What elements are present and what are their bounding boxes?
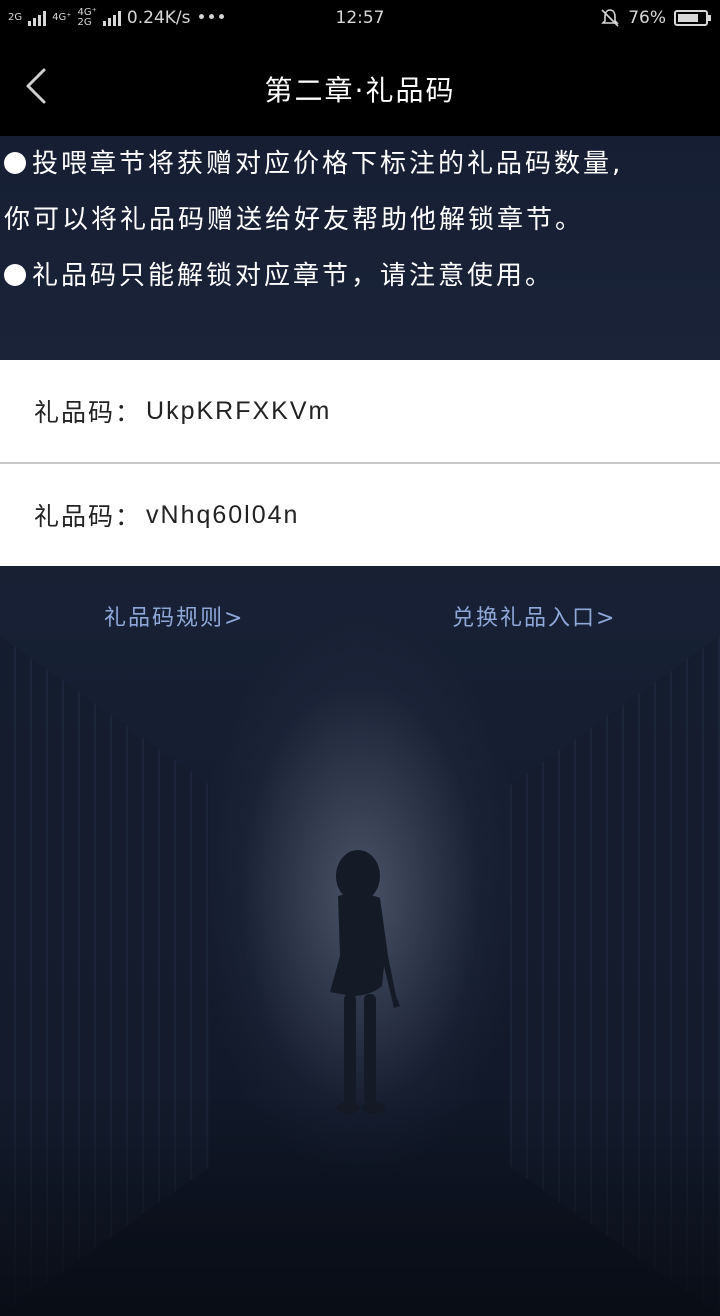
- footer-links: 礼品码规则> 兑换礼品入口>: [0, 600, 720, 640]
- gift-code-row[interactable]: 礼品码： vNhq60l04n: [0, 462, 720, 566]
- info-line-1: 投喂章节将获赠对应价格下标注的礼品码数量,: [4, 136, 716, 192]
- network-type-4: 2G: [77, 17, 92, 28]
- gift-code-row[interactable]: 礼品码： UkpKRFXKVm: [0, 360, 720, 462]
- battery-icon: [674, 10, 711, 26]
- gift-code-label: 礼品码：: [34, 502, 143, 531]
- battery-percent: 76%: [628, 8, 666, 28]
- network-type-1: 2G: [8, 12, 23, 23]
- info-text-3: 礼品码只能解锁对应章节，请注意使用。: [32, 261, 555, 291]
- gift-code-label: 礼品码：: [34, 398, 143, 427]
- signal-icon: [28, 10, 47, 26]
- page-title: 第二章·礼品码: [264, 74, 456, 107]
- gift-code-value[interactable]: vNhq60l04n: [146, 501, 299, 530]
- gift-code-rules-link[interactable]: 礼品码规则>: [104, 600, 244, 632]
- more-dots-icon: •••: [196, 8, 227, 28]
- girl-silhouette: [330, 850, 400, 1114]
- status-left: 2G 4G⁺ 4G⁺ 2G 0.24K/s •••: [8, 0, 227, 36]
- battery-fill: [678, 14, 698, 22]
- redeem-gift-link[interactable]: 兑换礼品入口>: [452, 600, 616, 632]
- network-types-2: 4G⁺ 2G: [78, 8, 97, 28]
- signal-icon-2: [102, 10, 121, 26]
- info-line-3: 礼品码只能解锁对应章节，请注意使用。: [4, 248, 716, 304]
- status-right: 76%: [600, 0, 711, 36]
- gift-code-value[interactable]: UkpKRFXKVm: [146, 397, 331, 426]
- network-types: 4G⁺: [52, 13, 71, 23]
- network-type-2: 4G⁺: [52, 12, 72, 23]
- status-bar: 2G 4G⁺ 4G⁺ 2G 0.24K/s ••• 12:57 76%: [0, 0, 720, 36]
- bullet-icon: [4, 264, 26, 286]
- app-header: 第二章·礼品码: [0, 36, 720, 136]
- back-arrow-icon[interactable]: [18, 64, 58, 108]
- gift-code-list: 礼品码： UkpKRFXKVm 礼品码： vNhq60l04n: [0, 360, 720, 566]
- gift-code-info: 投喂章节将获赠对应价格下标注的礼品码数量, 你可以将礼品码赠送给好友帮助他解锁章…: [4, 136, 716, 304]
- info-text-2: 你可以将礼品码赠送给好友帮助他解锁章节。: [4, 205, 585, 235]
- network-speed: 0.24K/s: [126, 8, 191, 28]
- mute-bell-icon: [601, 9, 620, 27]
- bullet-icon: [4, 152, 26, 174]
- info-text-1: 投喂章节将获赠对应价格下标注的礼品码数量,: [32, 149, 624, 179]
- info-line-2: 你可以将礼品码赠送给好友帮助他解锁章节。: [4, 192, 716, 248]
- floor-shadow: [0, 1096, 720, 1316]
